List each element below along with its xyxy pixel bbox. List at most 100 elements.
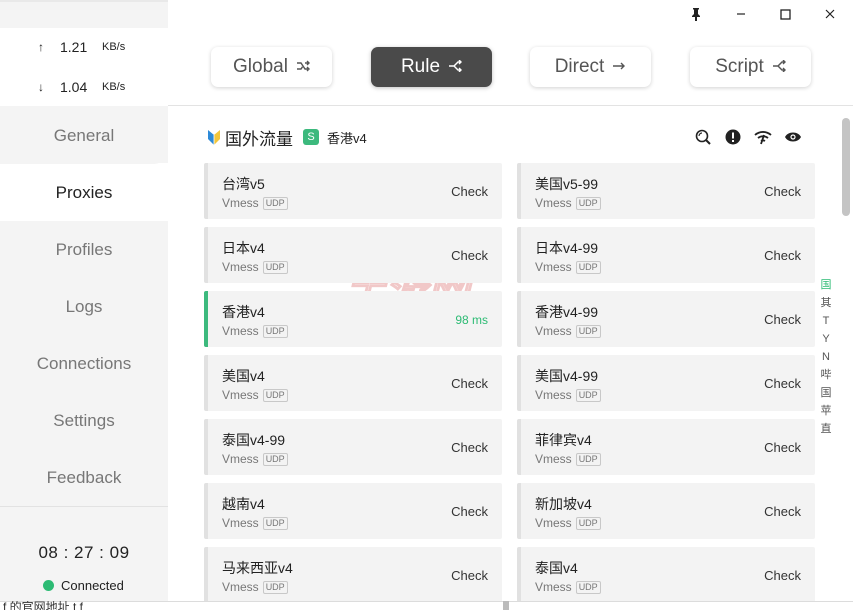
proxy-meta: Vmess UDP [535, 580, 601, 594]
uptime-clock: 08 : 27 : 09 [38, 543, 130, 562]
clipped-bottom-text: f 的官网地址 t f [3, 601, 84, 610]
sidebar-divider [0, 506, 168, 507]
index-entry[interactable]: Y [818, 330, 834, 348]
proxy-type: Vmess [535, 324, 572, 338]
scrollbar-thumb[interactable] [842, 118, 850, 216]
proxy-card[interactable]: 日本v4-99 Vmess UDP Check [517, 227, 815, 283]
proxy-card[interactable]: 台湾v5 Vmess UDP Check [204, 163, 502, 219]
sidebar-item-logs[interactable]: Logs [0, 278, 168, 335]
proxy-type: Vmess [222, 196, 259, 210]
proxy-delay[interactable]: 98 ms [455, 313, 488, 327]
check-button[interactable]: Check [451, 184, 488, 199]
pin-icon[interactable] [681, 4, 711, 24]
check-button[interactable]: Check [764, 568, 801, 583]
beginner-leaf-icon [206, 129, 222, 146]
check-button[interactable]: Check [764, 376, 801, 391]
app-window: ↑ 1.21 KB/s ↓ 1.04 KB/s General Proxies … [0, 0, 853, 610]
check-button[interactable]: Check [764, 440, 801, 455]
sidebar: ↑ 1.21 KB/s ↓ 1.04 KB/s General Proxies … [0, 0, 168, 610]
check-button[interactable]: Check [451, 440, 488, 455]
proxy-card[interactable]: 香港v4-99 Vmess UDP Check [517, 291, 815, 347]
udp-badge: UDP [262, 260, 288, 274]
proxy-meta: Vmess UDP [535, 388, 601, 402]
udp-badge: UDP [262, 452, 288, 466]
mode-script-button[interactable]: Script [690, 47, 811, 87]
mode-rule-button[interactable]: Rule [371, 47, 492, 87]
merge-icon [772, 59, 786, 76]
download-value: 1.04 [60, 79, 88, 95]
proxy-name: 菲律宾v4 [535, 432, 592, 448]
udp-badge: UDP [575, 324, 601, 338]
alert-icon[interactable] [724, 128, 742, 146]
group-index-bar[interactable]: 国其TYN哔国苹直 [818, 276, 834, 438]
proxy-card[interactable]: 新加坡v4 Vmess UDP Check [517, 483, 815, 539]
proxy-type: Vmess [222, 452, 259, 466]
proxy-name: 马来西亚v4 [222, 560, 293, 576]
proxy-name: 新加坡v4 [535, 496, 592, 512]
connection-status: Connected [43, 578, 124, 593]
check-button[interactable]: Check [764, 312, 801, 327]
proxy-card[interactable]: 菲律宾v4 Vmess UDP Check [517, 419, 815, 475]
index-entry[interactable]: 哔 [818, 366, 834, 384]
index-entry[interactable]: 国 [818, 276, 834, 294]
check-button[interactable]: Check [451, 376, 488, 391]
proxy-meta: Vmess UDP [222, 580, 288, 594]
eye-icon[interactable] [784, 128, 802, 146]
group-selected-proxy: 香港v4 [327, 130, 367, 146]
search-proxy-icon[interactable] [694, 128, 712, 146]
check-button[interactable]: Check [451, 248, 488, 263]
sidebar-item-profiles[interactable]: Profiles [0, 221, 168, 278]
proxy-group-header[interactable]: 国外流量 S 香港v4 [206, 125, 367, 149]
check-button[interactable]: Check [764, 248, 801, 263]
proxy-type: Vmess [222, 580, 259, 594]
sidebar-item-feedback[interactable]: Feedback [0, 449, 168, 506]
proxy-card[interactable]: 马来西亚v4 Vmess UDP Check [204, 547, 502, 603]
upload-arrow-icon: ↑ [38, 40, 44, 54]
udp-badge: UDP [575, 196, 601, 210]
udp-badge: UDP [262, 324, 288, 338]
proxy-card[interactable]: 泰国v4 Vmess UDP Check [517, 547, 815, 603]
proxy-card[interactable]: 美国v4 Vmess UDP Check [204, 355, 502, 411]
sidebar-item-connections[interactable]: Connections [0, 335, 168, 392]
check-button[interactable]: Check [764, 504, 801, 519]
index-entry[interactable]: 其 [818, 294, 834, 312]
proxy-name: 台湾v5 [222, 176, 265, 192]
proxy-meta: Vmess UDP [535, 516, 601, 530]
proxy-name: 美国v4 [222, 368, 265, 384]
proxy-name: 香港v4 [222, 304, 265, 320]
sidebar-item-settings[interactable]: Settings [0, 392, 168, 449]
udp-badge: UDP [575, 516, 601, 530]
minimize-icon[interactable] [726, 4, 756, 24]
index-entry[interactable]: 苹 [818, 402, 834, 420]
sidebar-item-general[interactable]: General [0, 107, 168, 164]
proxy-card[interactable]: 日本v4 Vmess UDP Check [204, 227, 502, 283]
proxy-card[interactable]: 美国v5-99 Vmess UDP Check [517, 163, 815, 219]
proxy-name: 泰国v4-99 [222, 432, 286, 448]
index-entry[interactable]: T [818, 312, 834, 330]
index-entry[interactable]: N [818, 348, 834, 366]
index-entry[interactable]: 直 [818, 420, 834, 438]
check-button[interactable]: Check [451, 504, 488, 519]
proxy-meta: Vmess UDP [222, 324, 288, 338]
index-entry[interactable]: 国 [818, 384, 834, 402]
proxy-type: Vmess [535, 452, 572, 466]
proxy-name: 美国v4-99 [535, 368, 599, 384]
mode-global-button[interactable]: Global [211, 47, 332, 87]
proxy-card[interactable]: 泰国v4-99 Vmess UDP Check [204, 419, 502, 475]
proxy-name: 日本v4 [222, 240, 265, 256]
selector-type-badge: S [303, 129, 319, 145]
udp-badge: UDP [262, 580, 288, 594]
check-button[interactable]: Check [764, 184, 801, 199]
split-icon [448, 59, 463, 76]
mode-direct-button[interactable]: Direct [530, 47, 651, 87]
proxy-card[interactable]: 美国v4-99 Vmess UDP Check [517, 355, 815, 411]
check-button[interactable]: Check [451, 568, 488, 583]
close-icon[interactable] [815, 4, 845, 24]
mode-global-label: Global [233, 56, 288, 77]
proxy-name: 泰国v4 [535, 560, 578, 576]
proxy-card[interactable]: 香港v4 Vmess UDP 98 ms [204, 291, 502, 347]
proxy-card[interactable]: 越南v4 Vmess UDP Check [204, 483, 502, 539]
speed-test-icon[interactable] [754, 128, 772, 146]
maximize-icon[interactable] [770, 4, 800, 24]
sidebar-item-proxies[interactable]: Proxies [0, 164, 168, 221]
